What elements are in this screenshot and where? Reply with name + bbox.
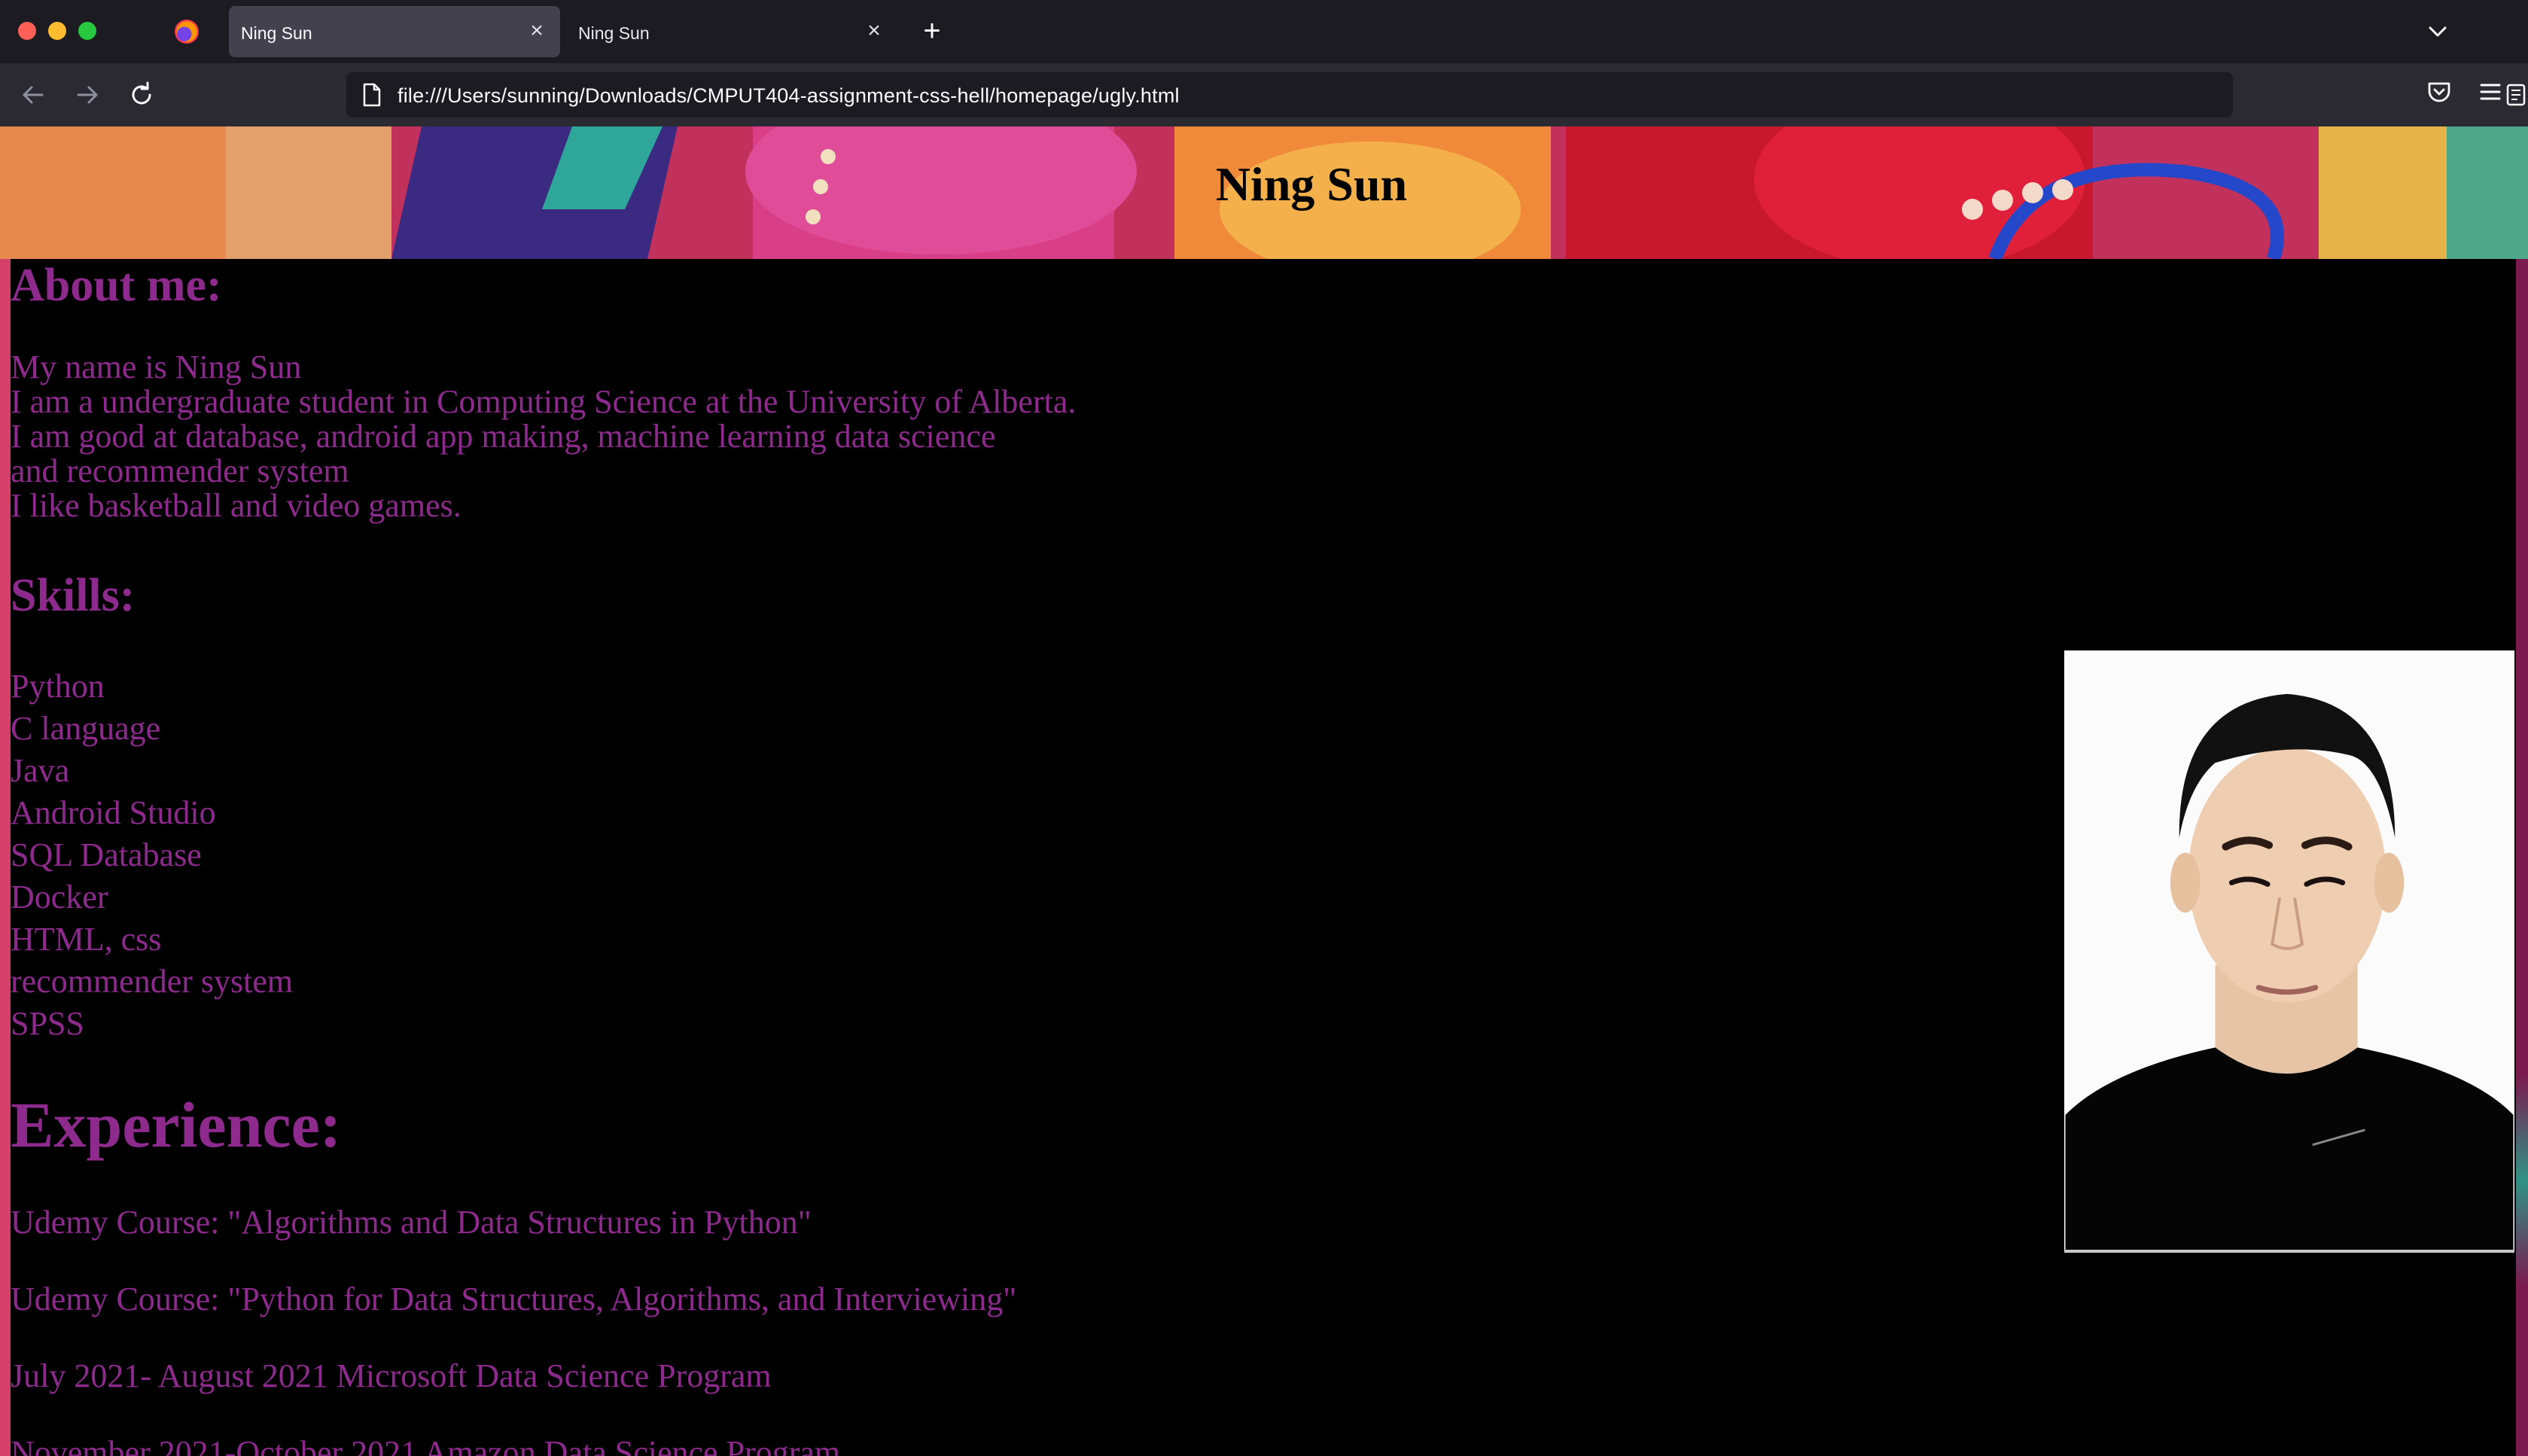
page-header: Ning Sun (0, 126, 2528, 259)
experience-item: Udemy Course: "Python for Data Structure… (11, 1281, 1017, 1317)
experience-item: November 2021-October 2021 Amazon Data S… (11, 1434, 841, 1456)
about-line: and recommender system (11, 452, 349, 489)
back-icon[interactable] (14, 75, 53, 114)
url-text[interactable]: file:///Users/sunning/Downloads/CMPUT404… (397, 84, 1180, 108)
url-bar[interactable]: file:///Users/sunning/Downloads/CMPUT404… (346, 72, 2526, 117)
page-viewport[interactable]: Ning Sun About me: My name is Ning Sun I… (0, 126, 2528, 1456)
tab-ning-sun[interactable]: Ning Sun × (566, 6, 897, 57)
experience-item: July 2021- August 2021 Microsoft Data Sc… (11, 1357, 772, 1394)
about-line: I am good at database, android app makin… (11, 418, 996, 455)
profile-photo (2064, 650, 2514, 1253)
skill-item: HTML, css (11, 921, 162, 958)
page-icon[interactable] (361, 83, 382, 107)
minimize-window-button[interactable] (48, 22, 66, 40)
skill-item: Java (11, 752, 70, 789)
navigation-toolbar: file:///Users/sunning/Downloads/CMPUT404… (0, 63, 2528, 126)
skill-item: C language (11, 710, 161, 747)
forward-icon[interactable] (68, 75, 107, 114)
plus-icon[interactable]: + (914, 14, 950, 50)
experience-item: Udemy Course: "Algorithms and Data Struc… (11, 1204, 812, 1241)
pocket-icon[interactable] (2423, 75, 2456, 108)
skill-item: Android Studio (11, 794, 216, 831)
close-icon[interactable]: × (524, 18, 550, 44)
firefox-icon[interactable] (175, 20, 199, 44)
reload-icon[interactable] (122, 75, 161, 114)
skill-item: SQL Database (11, 836, 202, 873)
close-window-button[interactable] (18, 22, 36, 40)
close-icon[interactable]: × (861, 18, 887, 44)
about-heading: About me: (11, 260, 222, 311)
chevron-down-icon[interactable] (2421, 15, 2454, 48)
skills-heading: Skills: (11, 570, 136, 621)
experience-heading: Experience: (11, 1089, 342, 1161)
skill-item: recommender system (11, 963, 294, 1000)
menu-icon[interactable] (2474, 75, 2507, 108)
skill-item: SPSS (11, 1005, 84, 1042)
tab-title: Ning Sun (578, 23, 650, 43)
page-title: Ning Sun (1215, 157, 1408, 211)
tab-title: Ning Sun (241, 23, 312, 43)
about-line: My name is Ning Sun (11, 349, 302, 385)
zoom-window-button[interactable] (78, 22, 96, 40)
skill-item: Python (11, 668, 105, 705)
about-line: I like basketball and video games. (11, 487, 461, 524)
about-line: I am a undergraduate student in Computin… (11, 383, 1077, 420)
tab-bar: Ning Sun × Ning Sun × + (0, 0, 2528, 63)
tab-ning-sun-active[interactable]: Ning Sun × (229, 6, 560, 57)
skill-item: Docker (11, 879, 108, 915)
